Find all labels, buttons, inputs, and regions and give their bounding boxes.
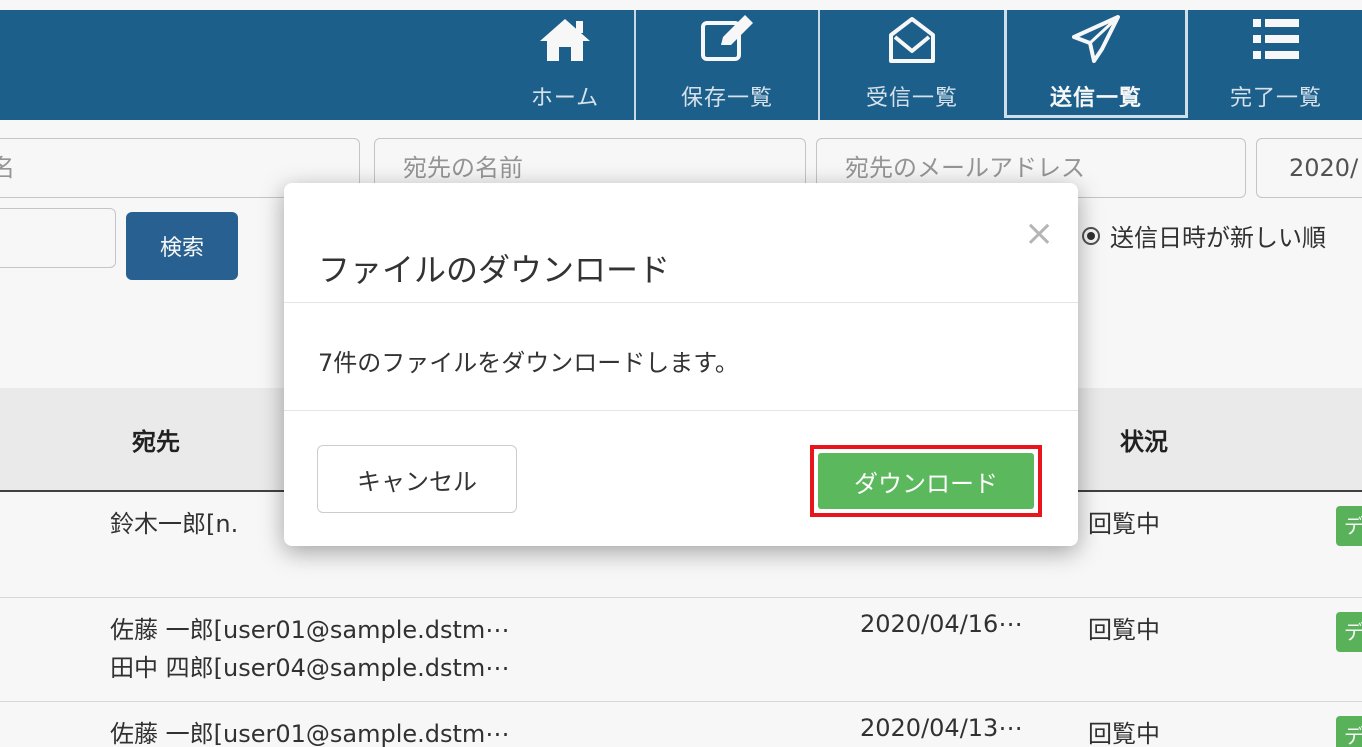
dialog-title: ファイルのダウンロード	[318, 251, 671, 289]
close-icon[interactable]: ×	[1024, 213, 1054, 254]
download-button[interactable]: ダウンロード	[818, 453, 1034, 509]
download-highlight: ダウンロード	[810, 445, 1042, 517]
download-dialog: ファイルのダウンロード × 7件のファイルをダウンロードします。 キャンセル ダ…	[284, 183, 1078, 546]
dialog-divider	[284, 410, 1078, 411]
dialog-divider	[284, 302, 1078, 303]
cancel-button[interactable]: キャンセル	[317, 445, 517, 513]
dialog-message: 7件のファイルをダウンロードします。	[318, 349, 739, 377]
